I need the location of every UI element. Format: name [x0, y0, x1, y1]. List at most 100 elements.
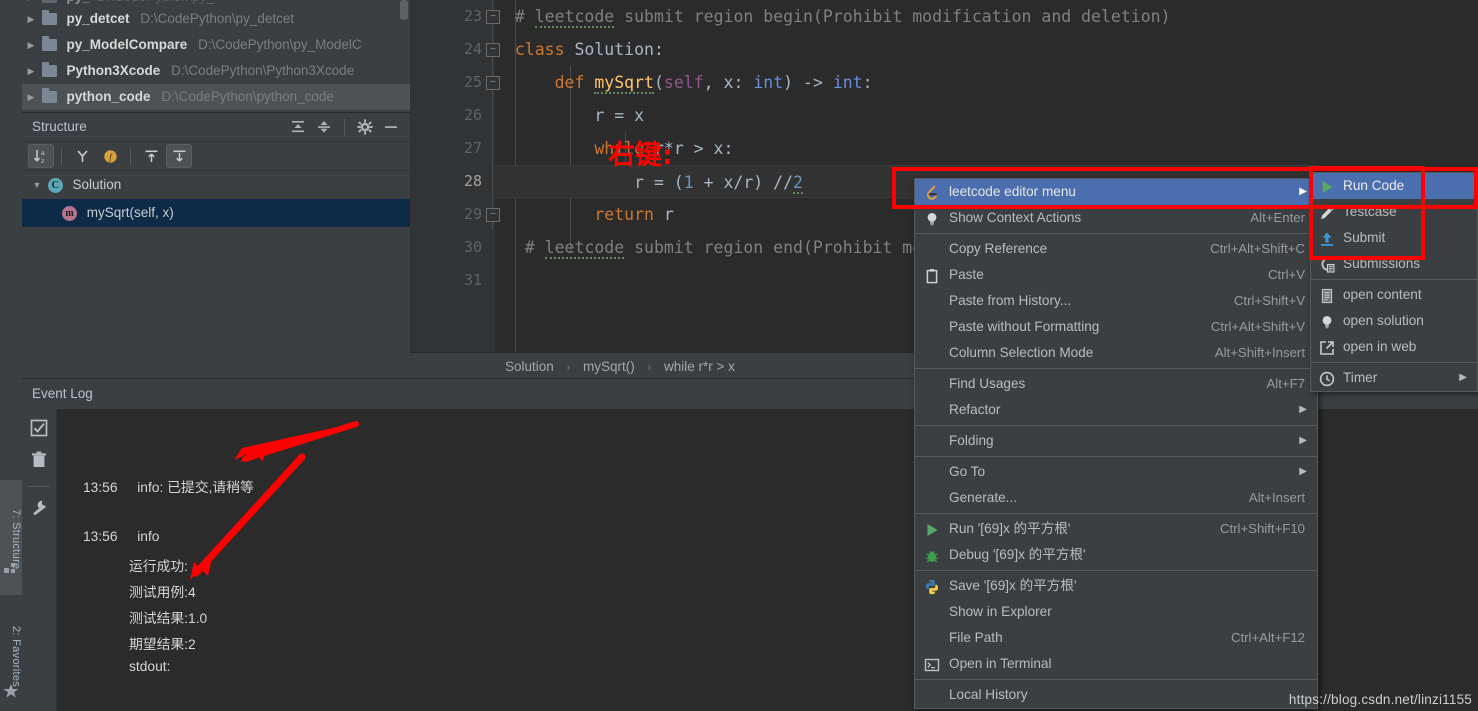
menu-item-label: Paste from History...: [949, 293, 1072, 308]
breadcrumb-item-class[interactable]: Solution: [505, 359, 554, 374]
submenu-item-open-solution[interactable]: open solution: [1311, 308, 1477, 334]
submenu-item-open-in-web[interactable]: open in web: [1311, 334, 1477, 360]
divider: [915, 425, 1317, 426]
structure-tree: ▼ C Solution m mySqrt(self, x): [22, 171, 410, 227]
menu-item-local-history[interactable]: Local History: [915, 682, 1317, 708]
project-path: D:\CodePython\python_code: [161, 89, 334, 104]
structure-icon: [3, 560, 19, 576]
context-menu[interactable]: leetcode editor menu ▶ Show Context Acti…: [914, 178, 1318, 709]
editor-gutter[interactable]: 23 24 25 26 27 28 29 30 31 − − − −: [410, 0, 500, 352]
menu-item-label: Local History: [949, 687, 1028, 702]
chevron-right-icon[interactable]: ▶: [24, 58, 38, 84]
show-anonymous-icon[interactable]: [166, 144, 192, 168]
line-number: 29: [463, 205, 482, 223]
sort-alphabetically-icon[interactable]: az: [28, 144, 54, 168]
lightbulb-icon: [1319, 313, 1335, 329]
menu-item-save[interactable]: Save '[69]x 的平方根': [915, 573, 1317, 599]
folder-icon: [41, 62, 57, 78]
menu-item-label: Open in Terminal: [949, 656, 1052, 671]
folder-icon: [41, 0, 57, 4]
menu-item-label: Paste without Formatting: [949, 319, 1100, 334]
submenu-item-label: open content: [1343, 287, 1422, 302]
line-number: 31: [463, 271, 482, 289]
menu-item-run[interactable]: Run '[69]x 的平方根' Ctrl+Shift+F10: [915, 516, 1317, 542]
chevron-right-icon[interactable]: ▶: [24, 6, 38, 32]
chevron-right-icon[interactable]: ▶: [24, 32, 38, 58]
structure-panel: Structure az f ▼ C Solution m mySqrt(sel…: [22, 112, 410, 378]
event-text: info: [137, 529, 160, 544]
delete-icon[interactable]: [30, 451, 48, 474]
event-log-title: Event Log: [32, 386, 93, 401]
menu-item-column-selection-mode[interactable]: Column Selection Mode Alt+Shift+Insert: [915, 340, 1317, 366]
menu-item-label: Debug '[69]x 的平方根': [949, 547, 1086, 562]
sidebar-item-structure[interactable]: 7: Structure: [0, 480, 22, 595]
show-fields-icon[interactable]: f: [97, 144, 123, 168]
show-inherited-icon[interactable]: [69, 144, 95, 168]
collapse-all-icon[interactable]: [313, 116, 335, 138]
left-tool-strip: 7: Structure 2: Favorites: [0, 0, 22, 711]
expand-all-icon[interactable]: [287, 116, 309, 138]
menu-item-show-in-explorer[interactable]: Show in Explorer: [915, 599, 1317, 625]
event-log-detail: 测试结果:1.0: [129, 611, 208, 626]
menu-item-paste-from-history[interactable]: Paste from History... Ctrl+Shift+V: [915, 288, 1317, 314]
divider: [915, 570, 1317, 571]
project-tree-row[interactable]: ▶ Python3Xcode D:\CodePython\Python3Xcod…: [22, 58, 410, 84]
hide-panel-icon[interactable]: [380, 116, 402, 138]
clipboard-icon: [924, 267, 940, 284]
project-tree[interactable]: ▶ py_D:\CodePython\py_ ▶ py_detcet D:\Co…: [22, 0, 410, 112]
class-icon: C: [47, 177, 63, 193]
submenu-item-label: Timer: [1343, 370, 1378, 385]
menu-item-shortcut: Alt+Insert: [1248, 490, 1305, 505]
submenu-item-open-content[interactable]: open content: [1311, 282, 1477, 308]
submenu-item-label: open in web: [1343, 339, 1417, 354]
menu-item-generate[interactable]: Generate... Alt+Insert: [915, 485, 1317, 511]
line-number: 27: [463, 139, 482, 157]
menu-item-file-path[interactable]: File Path Ctrl+Alt+F12: [915, 625, 1317, 651]
watermark: https://blog.csdn.net/linzi1155: [1288, 692, 1472, 707]
settings-wrench-icon[interactable]: [30, 499, 48, 522]
menu-item-shortcut: Ctrl+Shift+V: [1233, 293, 1305, 308]
menu-item-refactor[interactable]: Refactor ▶: [915, 397, 1317, 423]
project-path: D:\CodePython\py_detcet: [140, 11, 295, 26]
divider: [915, 368, 1317, 369]
chevron-right-icon: ▶: [1299, 404, 1307, 415]
structure-node-mysqrt[interactable]: m mySqrt(self, x): [22, 199, 410, 227]
event-time: 13:56: [83, 529, 118, 544]
settings-gear-icon[interactable]: [354, 116, 376, 138]
project-tree-row[interactable]: ▶ py_ModelCompare D:\CodePython\py_Model…: [22, 32, 410, 58]
star-icon: [3, 683, 19, 699]
menu-item-debug[interactable]: Debug '[69]x 的平方根': [915, 542, 1317, 568]
menu-item-go-to[interactable]: Go To ▶: [915, 459, 1317, 485]
breadcrumb-item-statement[interactable]: while r*r > x: [664, 359, 735, 374]
event-log-toolbar: [22, 409, 56, 711]
menu-item-shortcut: Ctrl+Alt+F12: [1230, 630, 1305, 645]
chevron-right-icon: ▶: [1299, 466, 1307, 477]
structure-node-label: mySqrt(self, x): [86, 205, 174, 220]
project-name: py_ModelCompare: [66, 37, 188, 52]
menu-item-copy-reference[interactable]: Copy Reference Ctrl+Alt+Shift+C: [915, 236, 1317, 262]
show-properties-icon[interactable]: [138, 144, 164, 168]
project-name: py_detcet: [66, 11, 130, 26]
project-tree-row-selected[interactable]: ▶ python_code D:\CodePython\python_code: [22, 84, 410, 110]
menu-item-paste-without-formatting[interactable]: Paste without Formatting Ctrl+Alt+Shift+…: [915, 314, 1317, 340]
chevron-right-icon[interactable]: ▶: [24, 84, 38, 110]
event-log-detail: 运行成功:: [129, 559, 189, 574]
menu-item-find-usages[interactable]: Find Usages Alt+F7: [915, 371, 1317, 397]
menu-item-shortcut: Ctrl+V: [1267, 267, 1305, 282]
event-log-entry: 13:56 info: [83, 529, 159, 544]
menu-item-folding[interactable]: Folding ▶: [915, 428, 1317, 454]
svg-text:z: z: [41, 158, 44, 165]
menu-item-open-in-terminal[interactable]: Open in Terminal: [915, 651, 1317, 677]
python-icon: [924, 578, 940, 595]
project-tree-scrollbar[interactable]: [400, 0, 408, 20]
annotation-box-run-submit: [1309, 166, 1425, 260]
breadcrumb-item-method[interactable]: mySqrt(): [583, 359, 635, 374]
structure-node-solution[interactable]: ▼ C Solution: [22, 171, 410, 199]
chevron-down-icon[interactable]: ▼: [30, 171, 44, 199]
mark-all-read-icon[interactable]: [30, 419, 48, 442]
ide-window: 7: Structure 2: Favorites ▶ py_D:\CodePy…: [0, 0, 1478, 711]
project-tree-row[interactable]: ▶ py_detcet D:\CodePython\py_detcet: [22, 6, 410, 32]
line-number: 26: [463, 106, 482, 124]
menu-item-paste[interactable]: Paste Ctrl+V: [915, 262, 1317, 288]
submenu-item-timer[interactable]: Timer ▶: [1311, 365, 1477, 391]
